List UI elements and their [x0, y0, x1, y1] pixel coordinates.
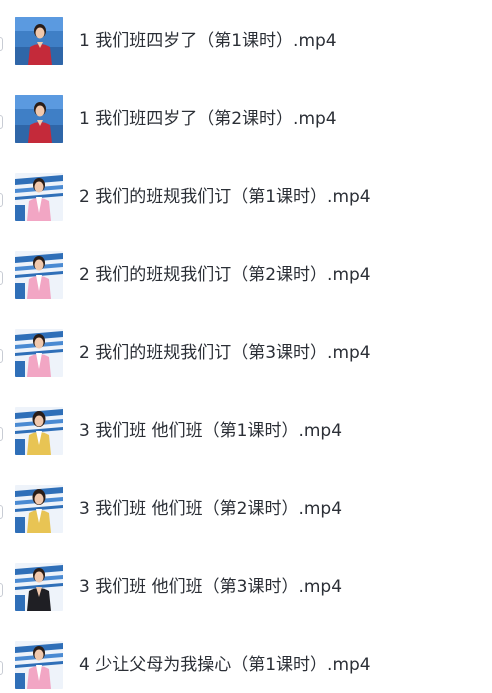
- file-name[interactable]: 2 我们的班规我们订（第1课时）.mp4: [79, 186, 371, 208]
- video-thumbnail: [15, 95, 63, 143]
- file-row[interactable]: 3 我们班 他们班（第2课时）.mp4: [0, 485, 492, 549]
- select-checkbox[interactable]: [0, 583, 3, 597]
- video-thumbnail: [15, 173, 63, 221]
- file-name[interactable]: 2 我们的班规我们订（第3课时）.mp4: [79, 342, 371, 364]
- file-name[interactable]: 3 我们班 他们班（第2课时）.mp4: [79, 498, 342, 520]
- file-row[interactable]: 2 我们的班规我们订（第1课时）.mp4: [0, 173, 492, 237]
- video-file-list: 1 我们班四岁了（第1课时）.mp4 1 我们班四岁了（第2课时）.mp4 2 …: [0, 0, 492, 693]
- file-row[interactable]: 2 我们的班规我们订（第3课时）.mp4: [0, 329, 492, 393]
- select-checkbox[interactable]: [0, 115, 3, 129]
- file-name[interactable]: 4 少让父母为我操心（第1课时）.mp4: [79, 654, 371, 676]
- file-name[interactable]: 1 我们班四岁了（第1课时）.mp4: [79, 30, 337, 52]
- video-thumbnail: [15, 251, 63, 299]
- file-row[interactable]: 3 我们班 他们班（第3课时）.mp4: [0, 563, 492, 627]
- file-row[interactable]: 3 我们班 他们班（第1课时）.mp4: [0, 407, 492, 471]
- video-thumbnail: [15, 641, 63, 689]
- file-row[interactable]: 1 我们班四岁了（第1课时）.mp4: [0, 17, 492, 81]
- file-name[interactable]: 3 我们班 他们班（第1课时）.mp4: [79, 420, 342, 442]
- file-row[interactable]: 2 我们的班规我们订（第2课时）.mp4: [0, 251, 492, 315]
- file-row[interactable]: 1 我们班四岁了（第2课时）.mp4: [0, 95, 492, 159]
- file-name[interactable]: 2 我们的班规我们订（第2课时）.mp4: [79, 264, 371, 286]
- select-checkbox[interactable]: [0, 505, 3, 519]
- file-name[interactable]: 3 我们班 他们班（第3课时）.mp4: [79, 576, 342, 598]
- file-name[interactable]: 1 我们班四岁了（第2课时）.mp4: [79, 108, 337, 130]
- select-checkbox[interactable]: [0, 427, 3, 441]
- video-thumbnail: [15, 563, 63, 611]
- file-row[interactable]: 4 少让父母为我操心（第1课时）.mp4: [0, 641, 492, 693]
- video-thumbnail: [15, 329, 63, 377]
- select-checkbox[interactable]: [0, 349, 3, 363]
- select-checkbox[interactable]: [0, 193, 3, 207]
- video-thumbnail: [15, 485, 63, 533]
- select-checkbox[interactable]: [0, 37, 3, 51]
- select-checkbox[interactable]: [0, 271, 3, 285]
- select-checkbox[interactable]: [0, 661, 3, 675]
- video-thumbnail: [15, 17, 63, 65]
- video-thumbnail: [15, 407, 63, 455]
